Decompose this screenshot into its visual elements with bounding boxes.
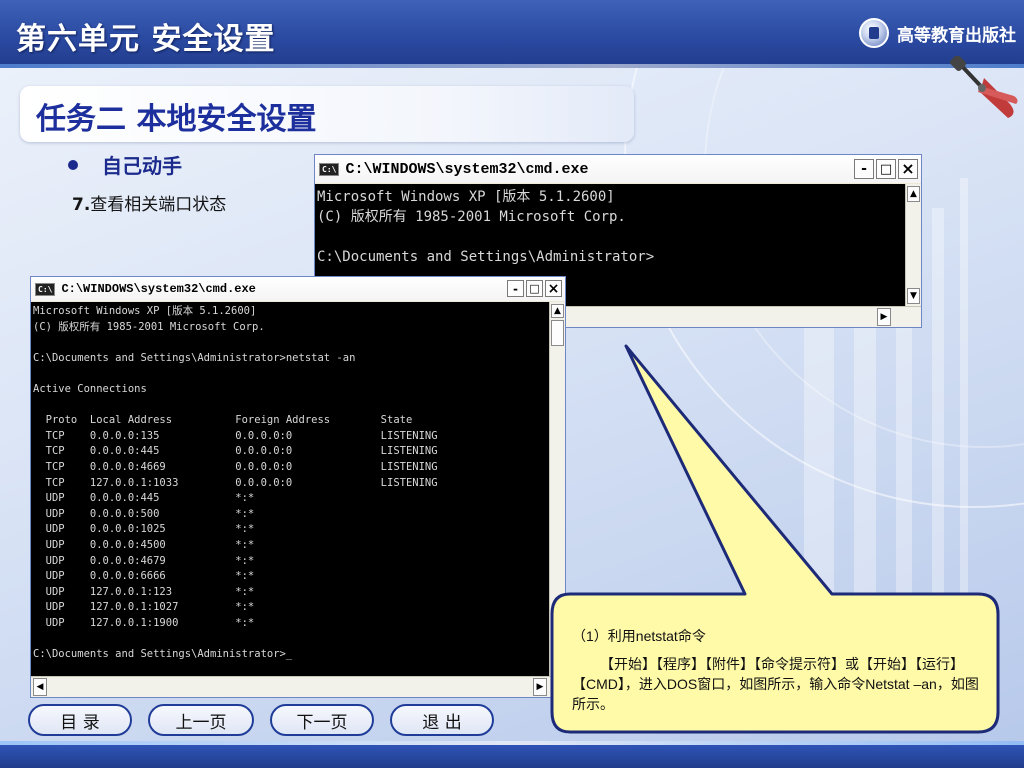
cmd-output[interactable]: Microsoft Windows XP [版本 5.1.2600] (C) 版权… (31, 302, 549, 676)
cmd-output-line: C:\Documents and Settings\Administrator>… (33, 648, 293, 661)
scroll-thumb[interactable] (551, 320, 564, 346)
cmd-output-line: Proto Local Address Foreign Address Stat… (33, 414, 413, 427)
cmd-output-line: UDP 0.0.0.0:4500 *:* (33, 538, 255, 551)
cmd-output-line: UDP 127.0.0.1:1027 *:* (33, 601, 255, 614)
cmd-output-line: TCP 0.0.0.0:4669 0.0.0.0:0 LISTENING (33, 460, 438, 473)
bullet-text: 自己动手 (102, 154, 182, 178)
horizontal-scrollbar[interactable]: ◀ ▶ (31, 676, 565, 697)
cmd-output-line: UDP 0.0.0.0:6666 *:* (33, 570, 255, 583)
close-button[interactable]: × (898, 159, 918, 179)
cmd-app-icon: C:\ (319, 162, 340, 176)
cmd-output-line: UDP 127.0.0.1:1900 *:* (33, 616, 255, 629)
cmd-output-line (33, 631, 547, 647)
tools-icon (950, 56, 1018, 118)
scroll-up-arrow-icon[interactable]: ▲ (907, 186, 920, 202)
callout-line-2: 【开始】【程序】【附件】【命令提示符】或【开始】【运行】【CMD】，进入DOS窗… (572, 656, 979, 712)
cmd-output-line: TCP 0.0.0.0:445 0.0.0.0:0 LISTENING (33, 445, 438, 458)
prev-page-button[interactable]: 上一页 (148, 704, 254, 736)
close-button[interactable]: × (545, 280, 562, 297)
step-text: 7.查看相关端口状态 (72, 190, 226, 215)
task-title-box: 任务二 本地安全设置 (20, 86, 634, 142)
cmd-output-line: TCP 127.0.0.1:1033 0.0.0.0:0 LISTENING (33, 476, 438, 489)
cmd-output-line: UDP 127.0.0.1:123 *:* (33, 585, 255, 598)
window-controls: - □ × (854, 159, 918, 179)
scroll-right-arrow-icon[interactable]: ▶ (877, 308, 891, 326)
cmd-output-line: UDP 0.0.0.0:445 *:* (33, 492, 255, 505)
vertical-scrollbar[interactable]: ▲ (549, 302, 565, 676)
cmd-app-icon: C:\ (35, 282, 56, 296)
bullet-row: 自己动手 (68, 150, 182, 179)
scroll-right-arrow-icon[interactable]: ▶ (533, 678, 547, 696)
minimize-button[interactable]: - (507, 280, 524, 297)
cmd-output-line: C:\Documents and Settings\Administrator>… (33, 351, 356, 364)
cmd-output-line: UDP 0.0.0.0:1025 *:* (33, 523, 255, 536)
cmd-output-line: Active Connections (33, 382, 147, 395)
unit-title: 第六单元 安全设置 (16, 22, 276, 57)
step-description: 查看相关端口状态 (90, 195, 227, 215)
nav-buttons: 目 录 上一页 下一页 退 出 (28, 704, 494, 736)
cmd-output-line: UDP 0.0.0.0:500 *:* (33, 507, 255, 520)
cmd-output-line (33, 335, 547, 351)
exit-button[interactable]: 退 出 (390, 704, 494, 736)
scroll-down-arrow-icon[interactable]: ▼ (907, 288, 920, 304)
cmd-output-line: C:\Documents and Settings\Administrator> (317, 249, 655, 265)
toc-button[interactable]: 目 录 (28, 704, 132, 736)
scroll-up-arrow-icon[interactable]: ▲ (551, 304, 564, 318)
minimize-button[interactable]: - (854, 159, 874, 179)
cmd-output-line: Microsoft Windows XP [版本 5.1.2600] (317, 189, 615, 205)
maximize-button[interactable]: □ (876, 159, 896, 179)
cmd-output-line (33, 398, 547, 414)
callout-text: （1）利用netstat命令 【开始】【程序】【附件】【命令提示符】或【开始】【… (572, 626, 982, 714)
cmd-window-title: C:\WINDOWS\system32\cmd.exe (61, 282, 256, 296)
vertical-scrollbar[interactable]: ▲ ▼ (905, 184, 921, 306)
cmd-output-line (33, 366, 547, 382)
publisher-logo-icon (859, 18, 889, 48)
next-page-button[interactable]: 下一页 (270, 704, 374, 736)
maximize-button[interactable]: □ (526, 280, 543, 297)
cmd-output-line: (C) 版权所有 1985-2001 Microsoft Corp. (33, 320, 265, 333)
cmd-output-line: (C) 版权所有 1985-2001 Microsoft Corp. (317, 209, 626, 225)
cmd-window-large[interactable]: C:\ C:\WINDOWS\system32\cmd.exe - □ × Mi… (30, 276, 566, 698)
cmd-titlebar[interactable]: C:\ C:\WINDOWS\system32\cmd.exe - □ × (315, 155, 921, 183)
cmd-titlebar[interactable]: C:\ C:\WINDOWS\system32\cmd.exe - □ × (31, 277, 565, 301)
cmd-output-line: TCP 0.0.0.0:135 0.0.0.0:0 LISTENING (33, 429, 438, 442)
cmd-output-line: Microsoft Windows XP [版本 5.1.2600] (33, 305, 257, 317)
cmd-output-line: UDP 0.0.0.0:4679 *:* (33, 554, 255, 567)
step-number: 7. (72, 195, 91, 215)
window-controls: - □ × (507, 280, 562, 297)
slide-footer (0, 745, 1024, 768)
publisher-name: 高等教育出版社 (897, 25, 1016, 46)
callout-line-1: （1）利用netstat命令 (572, 628, 706, 644)
scroll-left-arrow-icon[interactable]: ◀ (33, 678, 47, 696)
bullet-dot-icon (68, 159, 78, 170)
cmd-window-title: C:\WINDOWS\system32\cmd.exe (345, 160, 589, 178)
cmd-output-line (317, 227, 903, 247)
publisher: 高等教育出版社 (859, 18, 1016, 48)
task-title: 任务二 本地安全设置 (36, 102, 317, 137)
